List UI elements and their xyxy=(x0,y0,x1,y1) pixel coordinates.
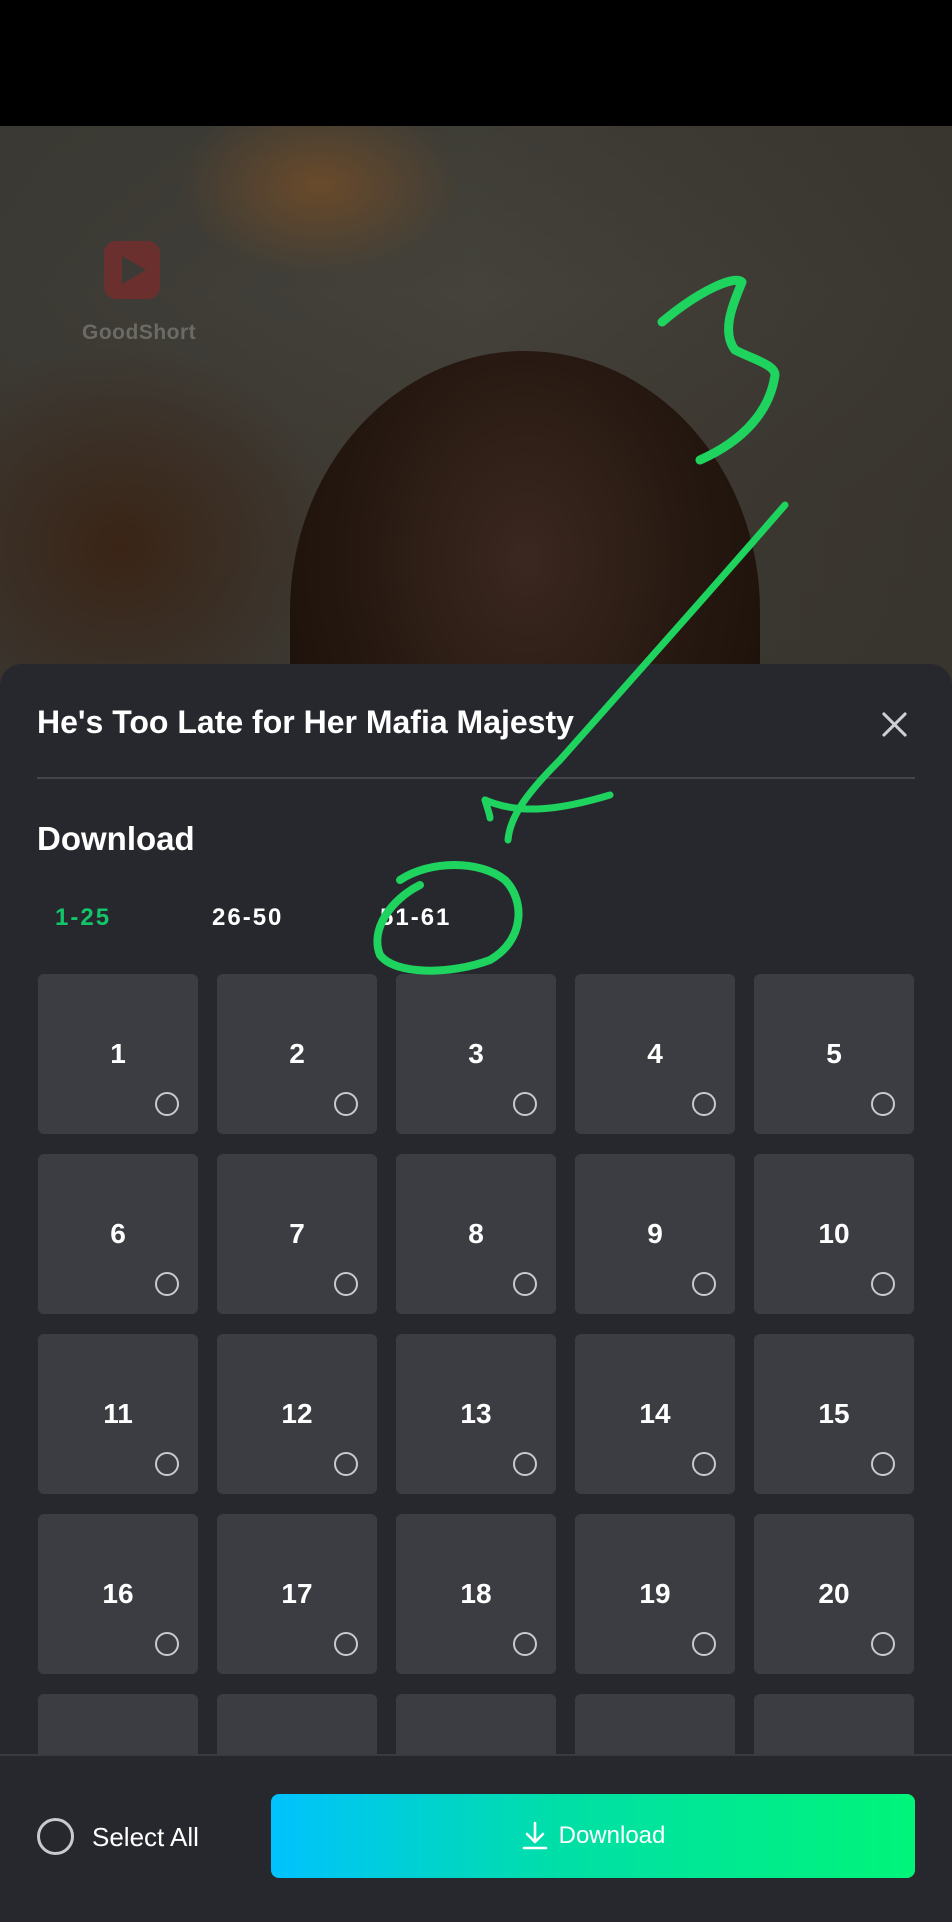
download-button[interactable]: Download xyxy=(271,1794,915,1878)
episode-cell[interactable]: 9 xyxy=(575,1154,735,1314)
episode-cell[interactable]: 11 xyxy=(38,1334,198,1494)
episode-number: 17 xyxy=(281,1578,313,1609)
episode-number: 1 xyxy=(110,1038,126,1069)
episode-number: 8 xyxy=(468,1218,484,1249)
episode-cell[interactable]: 14 xyxy=(575,1334,735,1494)
radio-unchecked-icon[interactable] xyxy=(692,1092,716,1116)
download-sheet: He's Too Late for Her Mafia Majesty Down… xyxy=(0,664,952,1920)
tab-range-26-50[interactable]: 26-50 xyxy=(212,904,283,932)
episode-number: 6 xyxy=(110,1218,126,1249)
episode-cell[interactable]: 7 xyxy=(217,1154,377,1314)
episode-number: 20 xyxy=(818,1578,850,1609)
episode-cell[interactable]: 16 xyxy=(38,1514,198,1674)
episode-number: 11 xyxy=(103,1398,133,1429)
radio-unchecked-icon[interactable] xyxy=(155,1272,179,1296)
radio-unchecked-icon[interactable] xyxy=(692,1272,716,1296)
close-icon[interactable] xyxy=(872,702,916,746)
radio-unchecked-icon[interactable] xyxy=(692,1632,716,1656)
episode-cell[interactable]: 4 xyxy=(575,974,735,1134)
radio-unchecked-icon[interactable] xyxy=(513,1632,537,1656)
episode-number: 16 xyxy=(102,1578,134,1609)
episode-number: 18 xyxy=(460,1578,492,1609)
radio-unchecked-icon[interactable] xyxy=(871,1632,895,1656)
episode-number: 13 xyxy=(460,1398,492,1429)
download-button-label: Download xyxy=(558,1822,666,1849)
divider xyxy=(37,777,915,779)
episode-cell[interactable]: 5 xyxy=(754,974,914,1134)
radio-unchecked-icon[interactable] xyxy=(871,1092,895,1116)
episode-cell[interactable]: 2 xyxy=(217,974,377,1134)
download-icon xyxy=(522,1821,547,1850)
episode-number: 9 xyxy=(647,1218,663,1249)
logo-text: GoodShort xyxy=(82,321,197,344)
episode-cell[interactable]: 10 xyxy=(754,1154,914,1314)
radio-unchecked-icon[interactable] xyxy=(155,1092,179,1116)
episode-number: 4 xyxy=(647,1038,663,1069)
section-heading: Download xyxy=(37,820,195,857)
radio-unchecked-icon[interactable] xyxy=(692,1452,716,1476)
episode-cell[interactable]: 18 xyxy=(396,1514,556,1674)
sheet-title: He's Too Late for Her Mafia Majesty xyxy=(37,704,574,740)
episode-cell[interactable]: 1 xyxy=(38,974,198,1134)
radio-unchecked-icon[interactable] xyxy=(155,1452,179,1476)
radio-unchecked-icon[interactable] xyxy=(155,1632,179,1656)
episode-number: 10 xyxy=(818,1218,850,1249)
episode-cell[interactable]: 20 xyxy=(754,1514,914,1674)
radio-unchecked-icon[interactable] xyxy=(513,1272,537,1296)
episode-number: 5 xyxy=(826,1038,842,1069)
select-all-label: Select All xyxy=(92,1822,199,1852)
bottom-action-bar: Select All Download xyxy=(0,1754,952,1922)
episode-cell[interactable]: 13 xyxy=(396,1334,556,1494)
radio-unchecked-icon[interactable] xyxy=(513,1092,537,1116)
episode-cell[interactable]: 19 xyxy=(575,1514,735,1674)
episode-cell[interactable]: 17 xyxy=(217,1514,377,1674)
status-bar xyxy=(0,0,952,126)
episode-cell[interactable]: 3 xyxy=(396,974,556,1134)
radio-unchecked-icon[interactable] xyxy=(334,1452,358,1476)
radio-unchecked-icon[interactable] xyxy=(871,1452,895,1476)
episode-cell[interactable]: 6 xyxy=(38,1154,198,1314)
radio-unchecked-icon[interactable] xyxy=(334,1272,358,1296)
radio-unchecked-icon[interactable] xyxy=(334,1632,358,1656)
episode-cell[interactable]: 8 xyxy=(396,1154,556,1314)
goodshort-logo-icon xyxy=(104,241,160,299)
episode-cell[interactable]: 15 xyxy=(754,1334,914,1494)
tab-range-1-25[interactable]: 1-25 xyxy=(55,904,111,932)
video-background: GoodShort xyxy=(0,126,952,686)
episode-number: 2 xyxy=(289,1038,305,1069)
episode-number: 12 xyxy=(281,1398,313,1429)
radio-unchecked-icon[interactable] xyxy=(37,1818,74,1855)
episode-cell[interactable]: 12 xyxy=(217,1334,377,1494)
episode-number: 7 xyxy=(289,1218,305,1249)
episode-number: 14 xyxy=(639,1398,671,1429)
radio-unchecked-icon[interactable] xyxy=(513,1452,537,1476)
radio-unchecked-icon[interactable] xyxy=(334,1092,358,1116)
episode-number: 19 xyxy=(639,1578,671,1609)
radio-unchecked-icon[interactable] xyxy=(871,1272,895,1296)
tab-range-51-61[interactable]: 51-61 xyxy=(380,904,451,932)
goodshort-logo: GoodShort xyxy=(82,241,202,351)
episode-number: 15 xyxy=(818,1398,850,1429)
episode-number: 3 xyxy=(468,1038,484,1069)
